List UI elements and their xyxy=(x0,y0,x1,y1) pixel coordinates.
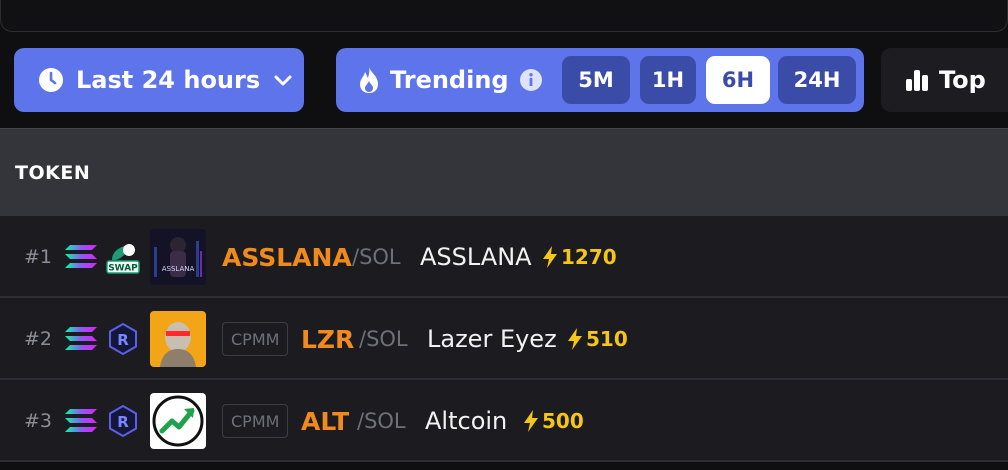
quote-pair: /SOL xyxy=(352,245,401,269)
lightning-icon xyxy=(543,246,557,268)
column-header-token[interactable]: TOKEN xyxy=(15,162,90,184)
token-symbol[interactable]: ALT xyxy=(301,380,349,462)
dex-label: R xyxy=(117,331,129,349)
token-image-text: ASSLANA xyxy=(162,265,195,273)
solana-icon xyxy=(65,245,97,268)
token-image-alt xyxy=(150,393,206,449)
rank: #3 xyxy=(24,410,53,432)
boost-badge: 500 xyxy=(522,380,584,462)
bar-chart-icon xyxy=(906,70,928,91)
table-row[interactable]: #2 R CPMM LZR /SOL Lazer Eyez 510 xyxy=(0,298,1008,380)
dex-label: R xyxy=(117,413,129,431)
trending-label: Trending xyxy=(390,66,509,94)
interval-24h-button[interactable]: 24H xyxy=(778,56,856,104)
solana-icon xyxy=(65,327,97,350)
interval-6h-button[interactable]: 6H xyxy=(706,56,770,104)
token-name: Altcoin xyxy=(425,407,508,435)
boost-value: 510 xyxy=(586,327,628,351)
lightning-icon xyxy=(568,328,582,350)
quote-pair: /SOL xyxy=(359,327,408,351)
clock-icon xyxy=(39,68,63,92)
token-symbol[interactable]: LZR xyxy=(301,298,354,380)
token-list: #1 SWAP ASSLANA ASSLANA /SOL ASSLANA 127… xyxy=(0,216,1008,462)
time-range-dropdown[interactable]: Last 24 hours xyxy=(14,48,304,112)
raydium-icon: R xyxy=(109,322,137,356)
pool-type-tag: CPMM xyxy=(222,322,289,356)
rank: #2 xyxy=(24,328,53,350)
interval-5m-button[interactable]: 5M xyxy=(562,56,630,104)
top-button[interactable]: Top xyxy=(881,48,1008,112)
token-symbol[interactable]: ASSLANA xyxy=(222,216,352,298)
solana-icon xyxy=(65,409,97,432)
lightning-icon xyxy=(524,410,538,432)
trending-button[interactable]: Trending xyxy=(358,48,543,112)
boost-value: 500 xyxy=(542,409,584,433)
top-label: Top xyxy=(939,66,986,94)
trending-filter: Trending 5M 1H 6H 24H xyxy=(336,48,864,112)
swap-dex-icon: SWAP xyxy=(106,244,140,274)
token-image-asslana: ASSLANA xyxy=(150,229,206,285)
dex-label: SWAP xyxy=(108,264,138,274)
quote-pair: /SOL xyxy=(357,409,406,433)
search-bar[interactable] xyxy=(0,0,1008,32)
table-row[interactable]: #1 SWAP ASSLANA ASSLANA /SOL ASSLANA 127… xyxy=(0,216,1008,298)
boost-badge: 1270 xyxy=(541,216,617,298)
token-name: Lazer Eyez xyxy=(427,325,557,353)
flame-icon xyxy=(360,67,378,93)
token-name: ASSLANA xyxy=(420,243,532,271)
info-icon[interactable] xyxy=(519,68,543,92)
pool-type-tag: CPMM xyxy=(222,404,289,438)
table-header: TOKEN xyxy=(0,128,1008,216)
table-row[interactable]: #3 R CPMM ALT /SOL Altcoin 500 xyxy=(0,380,1008,462)
chevron-down-icon xyxy=(274,75,292,86)
interval-1h-button[interactable]: 1H xyxy=(640,56,696,104)
boost-badge: 510 xyxy=(566,298,628,380)
time-range-label: Last 24 hours xyxy=(76,66,261,94)
boost-value: 1270 xyxy=(561,245,617,269)
screener-page: Last 24 hours Trending 5M 1H 6H 24H Top … xyxy=(0,0,1008,470)
raydium-icon: R xyxy=(109,404,137,438)
token-image-lzr xyxy=(150,311,206,367)
rank: #1 xyxy=(24,246,53,268)
